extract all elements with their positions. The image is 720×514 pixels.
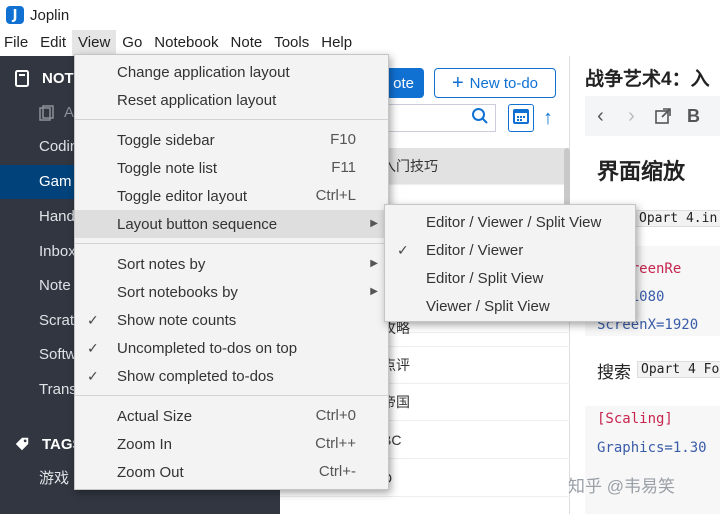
menu-item-zoom-in[interactable]: Zoom In Ctrl++	[75, 430, 388, 458]
inline-code: Opart 4 Fo	[637, 361, 720, 378]
menu-item-zoom-out[interactable]: Zoom Out Ctrl+-	[75, 458, 388, 486]
menu-item-sort-notebooks-by[interactable]: Sort notebooks by ▶	[75, 278, 388, 306]
submenu-arrow-icon: ▶	[370, 218, 378, 229]
menu-view[interactable]: View	[72, 30, 117, 56]
menu-item-layout-button-sequence[interactable]: Layout button sequence ▶	[75, 210, 388, 238]
submenu-item-editor-viewer[interactable]: ✓ Editor / Viewer	[385, 236, 635, 264]
menu-notebook[interactable]: Notebook	[148, 30, 224, 56]
view-menu-dropdown: Change application layout Reset applicat…	[74, 54, 389, 490]
menu-item-sort-notes-by[interactable]: Sort notes by ▶	[75, 250, 388, 278]
menu-file[interactable]: File	[0, 30, 34, 56]
menu-separator	[75, 243, 388, 244]
checkmark-icon: ✓	[87, 340, 99, 356]
bold-button[interactable]: B	[678, 102, 709, 130]
code-line: Graphics=1.30	[597, 440, 707, 456]
shortcut-label: F11	[331, 159, 356, 176]
checkmark-icon: ✓	[397, 242, 409, 258]
menu-item-show-note-counts[interactable]: ✓ Show note counts	[75, 306, 388, 334]
menu-separator	[75, 395, 388, 396]
notebooks-heading[interactable]: NOTE	[0, 58, 84, 98]
inline-code: Opart 4.in	[635, 210, 720, 227]
menu-go[interactable]: Go	[116, 30, 148, 56]
search-text: 搜索	[597, 363, 631, 382]
search-icon	[471, 107, 489, 130]
window-title: Joplin	[30, 6, 70, 24]
back-arrow-icon[interactable]: ‹	[585, 102, 616, 130]
notebook-icon	[14, 69, 30, 87]
menu-item-actual-size[interactable]: Actual Size Ctrl+0	[75, 402, 388, 430]
menu-tools[interactable]: Tools	[268, 30, 315, 56]
forward-arrow-icon[interactable]: ›	[616, 102, 647, 130]
menu-item-toggle-sidebar[interactable]: Toggle sidebar F10	[75, 126, 388, 154]
menu-item-show-completed-todos[interactable]: ✓ Show completed to-dos	[75, 362, 388, 390]
submenu-item-editor-split[interactable]: Editor / Split View	[385, 264, 635, 292]
checkmark-icon: ✓	[87, 312, 99, 328]
menu-item-reset-layout[interactable]: Reset application layout	[75, 86, 388, 114]
title-bar: J Joplin	[0, 0, 720, 30]
watermark: 知乎 @韦易笑	[568, 477, 675, 496]
submenu-item-editor-viewer-split[interactable]: Editor / Viewer / Split View	[385, 208, 635, 236]
external-editor-icon[interactable]	[647, 102, 678, 130]
all-notes-icon	[39, 96, 55, 130]
shortcut-label: Ctrl+-	[318, 463, 356, 480]
menu-item-toggle-note-list[interactable]: Toggle note list F11	[75, 154, 388, 182]
menu-bar: File Edit View Go Notebook Note Tools He…	[0, 30, 720, 56]
menu-item-uncompleted-todos-on-top[interactable]: ✓ Uncompleted to-dos on top	[75, 334, 388, 362]
menu-separator	[75, 119, 388, 120]
shortcut-label: Ctrl++	[315, 435, 356, 452]
plus-icon: +	[451, 71, 464, 94]
sort-direction-arrow-up-icon[interactable]: ↑	[538, 104, 558, 132]
submenu-arrow-icon: ▶	[370, 258, 378, 269]
sort-order-button[interactable]	[508, 104, 534, 132]
note-heading: 界面缩放	[597, 159, 686, 184]
menu-note[interactable]: Note	[225, 30, 269, 56]
shortcut-label: Ctrl+0	[315, 407, 356, 424]
submenu-item-viewer-split[interactable]: Viewer / Split View	[385, 292, 635, 320]
tag-icon	[14, 435, 30, 453]
shortcut-label: F10	[330, 131, 356, 148]
menu-item-change-layout[interactable]: Change application layout	[75, 58, 388, 86]
tags-heading[interactable]: TAGS	[0, 424, 83, 464]
submenu-arrow-icon: ▶	[370, 286, 378, 297]
new-todo-button[interactable]: + New to-do	[434, 68, 556, 98]
code-line: [Scaling]	[597, 411, 673, 427]
menu-item-toggle-editor-layout[interactable]: Toggle editor layout Ctrl+L	[75, 182, 388, 210]
joplin-logo-icon: J	[6, 6, 24, 24]
editor-toolbar: ‹ › B	[585, 96, 720, 136]
layout-sequence-submenu: Editor / Viewer / Split View ✓ Editor / V…	[384, 204, 636, 322]
shortcut-label: Ctrl+L	[315, 187, 356, 204]
menu-edit[interactable]: Edit	[34, 30, 72, 56]
calendar-icon	[512, 107, 530, 130]
menu-help[interactable]: Help	[315, 30, 358, 56]
note-title-input[interactable]: 战争艺术4：入	[585, 64, 710, 91]
checkmark-icon: ✓	[87, 368, 99, 384]
